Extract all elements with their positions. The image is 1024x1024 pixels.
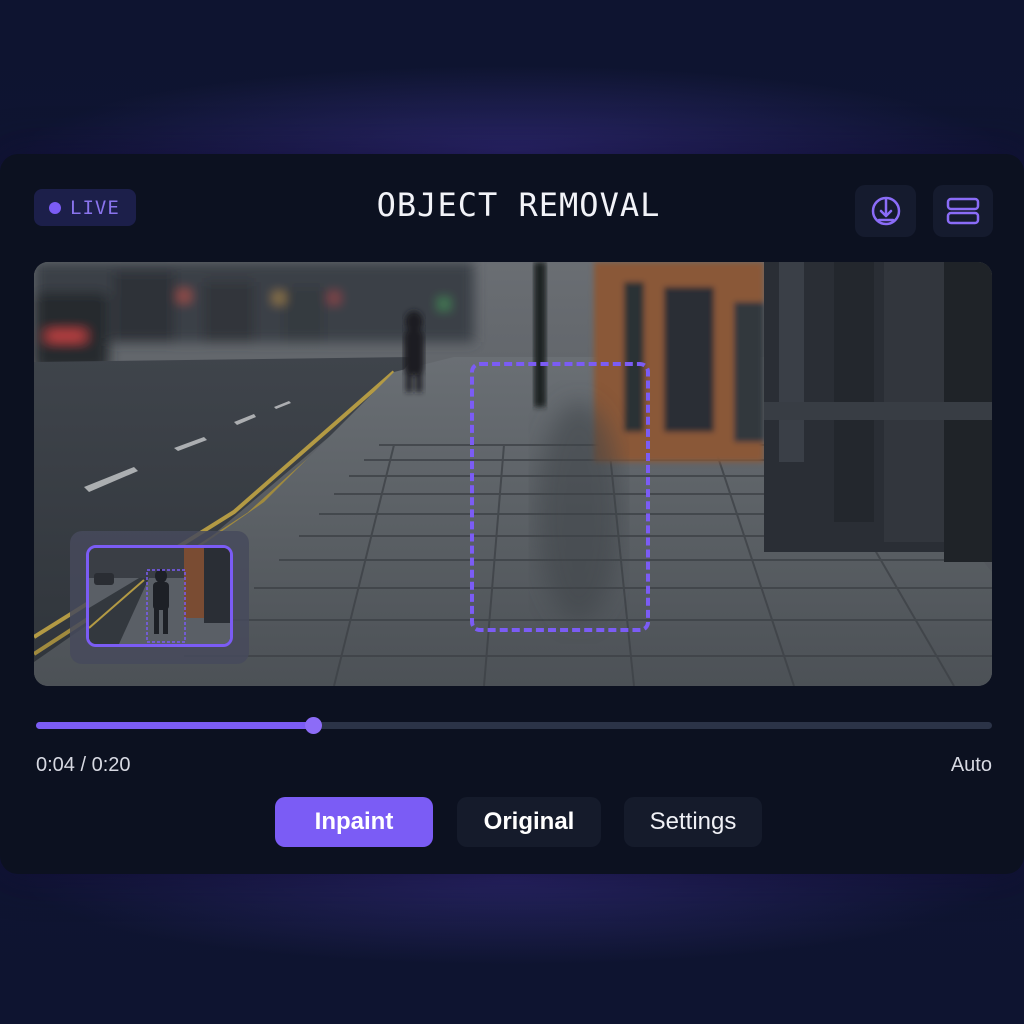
brush-target-icon <box>871 196 900 226</box>
brush-target-button[interactable] <box>855 185 916 237</box>
live-indicator-dot <box>49 201 61 214</box>
layers-button[interactable] <box>933 185 993 237</box>
live-label: LIVE <box>70 196 120 219</box>
original-thumbnail[interactable] <box>86 545 233 647</box>
playback-time: 0:04 / 0:20 <box>36 754 131 776</box>
page-title: OBJECT REMOVAL <box>376 186 661 224</box>
layers-icon <box>946 197 980 225</box>
original-button[interactable]: Original <box>457 797 601 847</box>
quality-selector[interactable]: Auto <box>951 754 992 777</box>
playback-progress-fill <box>36 722 314 729</box>
settings-button[interactable]: Settings <box>624 797 762 847</box>
playback-progress-track[interactable] <box>36 717 992 734</box>
inpaint-button[interactable]: Inpaint <box>275 797 433 847</box>
original-frame-image <box>89 548 230 644</box>
removal-selection-box[interactable] <box>470 362 650 632</box>
live-badge: LIVE <box>34 189 136 226</box>
